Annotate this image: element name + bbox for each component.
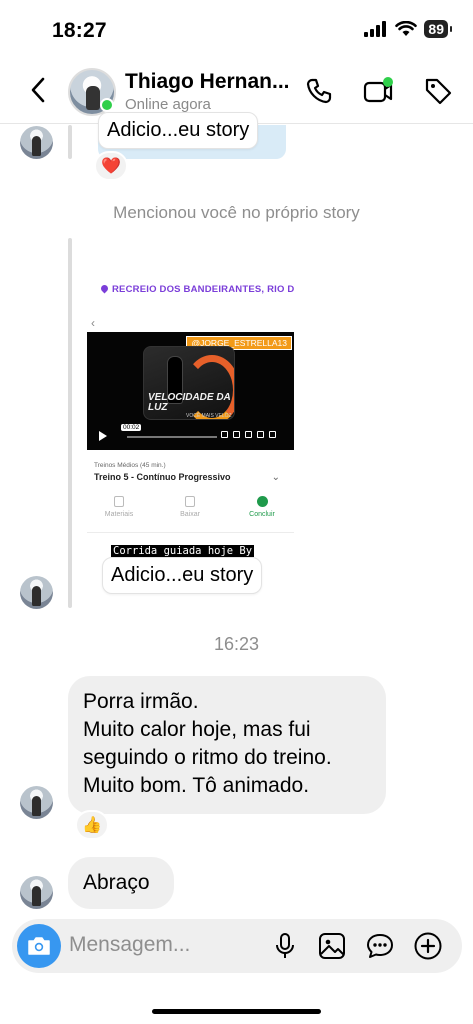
materials-action: Materiais (89, 496, 149, 518)
time-separator: 16:23 (213, 634, 260, 654)
story-thread-line (68, 238, 72, 608)
wifi-icon (395, 21, 418, 36)
sender-avatar[interactable] (20, 876, 53, 909)
download-action: Baixar (160, 496, 220, 518)
message-composer: Mensagem... (12, 919, 462, 973)
video-subtitle: VOCÊ MAIS VELOZ (186, 413, 232, 419)
contact-status: Online agora (125, 96, 211, 113)
message-bubble[interactable]: Porra irmão. Muito calor hoje, mas fui s… (68, 676, 386, 814)
camera-icon[interactable] (17, 924, 61, 968)
sender-avatar[interactable] (20, 786, 53, 819)
mic-icon[interactable] (270, 931, 300, 961)
sender-avatar[interactable] (20, 126, 53, 159)
course-subtitle: Treinos Médios (45 min.) (94, 462, 166, 469)
status-time: 18:27 (52, 19, 107, 42)
sender-avatar[interactable] (20, 576, 53, 609)
thumbs-up-reaction[interactable]: 👍 (75, 810, 109, 840)
mention-note: Mencionou você no próprio story (113, 203, 360, 222)
story-caption: Corrida guiada hoje By (111, 545, 255, 557)
video-controls (221, 431, 276, 438)
home-indicator (152, 1009, 321, 1014)
phone-icon[interactable] (302, 74, 336, 108)
story-location-text: RECREIO DOS BANDEIRANTES, RIO DE JANEI..… (112, 284, 294, 295)
message-bubble[interactable]: Abraço (68, 857, 174, 909)
chevron-down-icon: ⌄ (271, 472, 280, 483)
divider (87, 532, 294, 533)
heart-reaction[interactable]: ❤️ (94, 151, 128, 181)
message-input[interactable]: Mensagem... (69, 933, 190, 957)
video-call-icon[interactable] (361, 74, 395, 108)
course-title: Treino 5 - Contínuo Progressivo (94, 472, 231, 482)
complete-action: Concluir (232, 496, 292, 518)
cellular-signal-icon (364, 21, 387, 37)
back-icon[interactable] (22, 74, 54, 106)
video-progress-bar (127, 436, 217, 438)
story-thread-line (68, 125, 72, 159)
play-icon (99, 431, 107, 441)
location-pin-icon (99, 283, 110, 294)
status-icons: 89 (364, 20, 452, 38)
story-reply-chip[interactable]: Adicio...eu story (102, 557, 263, 594)
online-indicator (100, 98, 114, 112)
story-video-frame: @JORGE_ESTRELLA13 VELOCIDADE DA LUZ VOCÊ… (87, 332, 294, 450)
tag-icon[interactable] (421, 74, 455, 108)
video-title: VELOCIDADE DA LUZ (148, 392, 231, 413)
battery-indicator: 89 (424, 20, 452, 38)
story-reply-chip[interactable]: Adicio...eu story (98, 112, 259, 149)
shared-story-card[interactable]: RECREIO DOS BANDEIRANTES, RIO DE JANEI..… (87, 240, 294, 605)
video-timestamp: 00:02 (121, 424, 142, 431)
contact-name[interactable]: Thiago Hernan... (125, 70, 290, 94)
sticker-icon[interactable] (365, 931, 395, 961)
plus-icon[interactable] (413, 931, 443, 961)
velocidade-logo: VELOCIDADE DA LUZ VOCÊ MAIS VELOZ (143, 346, 235, 420)
gallery-icon[interactable] (317, 931, 347, 961)
chevron-left-icon: ‹ (91, 316, 95, 330)
story-location: RECREIO DOS BANDEIRANTES, RIO DE JANEI..… (99, 283, 294, 295)
